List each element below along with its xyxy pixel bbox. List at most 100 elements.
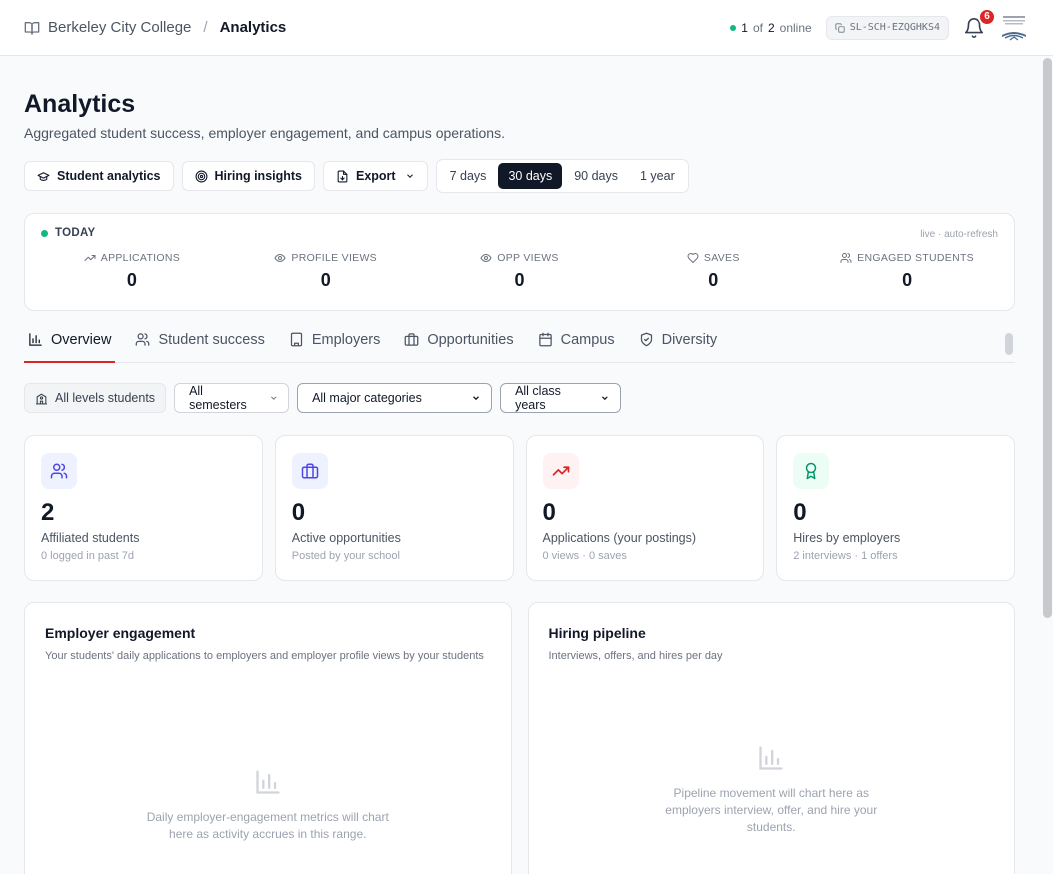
stat-title: Affiliated students <box>41 531 140 545</box>
tabs-scrollbar[interactable] <box>1005 333 1013 355</box>
online-of: of <box>752 20 763 35</box>
class-year-select-value: All class years <box>515 384 561 412</box>
heart-icon <box>687 253 699 263</box>
stat-value: 0 <box>291 499 306 526</box>
bar-chart-icon <box>29 333 42 346</box>
school-icon <box>36 393 47 404</box>
metric-saves: SAVES 0 <box>616 252 810 291</box>
range-90-days[interactable]: 90 days <box>564 163 628 189</box>
range-1-year[interactable]: 1 year <box>630 163 685 189</box>
stat-value: 0 <box>793 499 807 526</box>
award-icon <box>806 462 817 480</box>
school-logo-avatar[interactable] <box>999 13 1029 43</box>
metric-profile-views: PROFILE VIEWS 0 <box>229 252 423 291</box>
class-year-select[interactable]: All class years <box>500 383 622 413</box>
stat-title: Applications (your postings) <box>542 531 697 545</box>
live-refresh-label: live · auto-refresh <box>920 229 998 240</box>
breadcrumb: Berkeley City College / Analytics <box>24 19 286 36</box>
date-range-selector: 7 days 30 days 90 days 1 year <box>435 159 689 193</box>
today-label: TODAY <box>55 227 96 239</box>
online-total: 2 <box>767 20 775 35</box>
school-code-copy-button[interactable]: SL-SCH-EZQGHKS4 <box>825 15 949 40</box>
employer-engagement-card: Employer engagement Your students' daily… <box>24 602 512 874</box>
stat-title: Active opportunities <box>291 531 401 545</box>
breadcrumb-org-link[interactable]: Berkeley City College <box>48 19 191 36</box>
stat-icon-box <box>41 453 77 489</box>
export-label: Export <box>356 169 396 183</box>
hiring-insights-button[interactable]: Hiring insights <box>181 161 315 191</box>
stat-subtext: 0 views · 0 saves <box>542 550 627 562</box>
stat-subtext: Posted by your school <box>291 550 400 562</box>
stat-icon-box <box>793 453 830 489</box>
notifications-button[interactable]: 6 <box>963 7 996 39</box>
today-header: TODAY <box>41 227 96 239</box>
breadcrumb-separator: / <box>203 19 208 36</box>
tab-campus[interactable]: Campus <box>538 327 615 362</box>
chevron-down-icon <box>473 396 480 401</box>
level-filter-chip[interactable]: All levels students <box>24 383 167 413</box>
major-select-value: All major categories <box>312 391 422 405</box>
briefcase-icon <box>301 463 318 479</box>
chart-title: Hiring pipeline <box>548 625 646 641</box>
page-scrollbar[interactable] <box>1043 58 1052 618</box>
metric-value: 0 <box>514 270 525 290</box>
semester-select[interactable]: All semesters <box>174 383 290 413</box>
tab-label: Student success <box>158 331 265 348</box>
tab-student-success[interactable]: Student success <box>135 327 265 362</box>
metric-value: 0 <box>126 270 137 290</box>
live-dot <box>41 229 48 237</box>
empty-state: Pipeline movement will chart here as emp… <box>529 744 1015 835</box>
users-icon <box>840 253 852 263</box>
metric-label: SAVES <box>703 252 740 264</box>
trending-up-icon <box>84 255 96 261</box>
graduation-cap-icon <box>37 171 50 181</box>
building-icon <box>290 332 302 347</box>
stat-card-hires: 0 Hires by employers 2 interviews · 1 of… <box>776 435 1015 581</box>
semester-select-value: All semesters <box>189 384 247 412</box>
stat-title: Hires by employers <box>793 531 901 545</box>
student-analytics-button[interactable]: Student analytics <box>24 161 174 191</box>
range-7-days[interactable]: 7 days <box>440 163 497 189</box>
export-dropdown-button[interactable]: Export <box>323 161 428 191</box>
tab-overview[interactable]: Overview <box>23 327 116 363</box>
range-30-days[interactable]: 30 days <box>498 163 563 189</box>
notification-count-badge: 6 <box>978 7 996 26</box>
tab-employers[interactable]: Employers <box>289 327 381 362</box>
tab-label: Campus <box>560 331 615 348</box>
stat-card-active-opportunities: 0 Active opportunities Posted by your sc… <box>274 435 514 581</box>
chart-description: Your students' daily applications to emp… <box>45 650 484 662</box>
chart-description: Interviews, offers, and hires per day <box>548 650 723 662</box>
users-icon <box>50 463 68 479</box>
metric-label: APPLICATIONS <box>100 252 181 264</box>
today-metrics: APPLICATIONS 0 PROFILE VIEWS 0 OPP VIEWS… <box>35 252 1004 291</box>
top-bar: Berkeley City College / Analytics 1 of 2… <box>0 0 1053 56</box>
chevron-down-icon <box>602 396 609 401</box>
hiring-insights-label: Hiring insights <box>214 169 303 183</box>
target-icon <box>195 170 207 182</box>
chevron-down-icon <box>406 174 413 178</box>
tab-diversity[interactable]: Diversity <box>639 327 717 362</box>
stat-value: 2 <box>41 499 55 526</box>
stat-cards: 2 Affiliated students 0 logged in past 7… <box>24 435 1015 581</box>
toolbar: Student analytics Hiring insights Export… <box>24 159 1015 193</box>
bar-chart-icon <box>256 770 280 794</box>
page-subtitle: Aggregated student success, employer eng… <box>24 125 505 141</box>
online-dot <box>730 24 737 31</box>
page-title: Analytics <box>24 90 136 118</box>
stat-card-affiliated-students: 2 Affiliated students 0 logged in past 7… <box>24 435 263 581</box>
today-card: TODAY live · auto-refresh APPLICATIONS 0… <box>24 213 1015 311</box>
major-category-select[interactable]: All major categories <box>297 383 493 413</box>
bar-chart-icon <box>759 746 783 770</box>
tab-label: Employers <box>311 331 381 348</box>
eye-icon <box>274 253 286 263</box>
college-logo-icon <box>1001 14 1027 40</box>
tab-opportunities[interactable]: Opportunities <box>404 327 514 362</box>
calendar-icon <box>538 332 552 347</box>
metric-label: PROFILE VIEWS <box>291 252 377 264</box>
empty-state: Daily employer-engagement metrics will c… <box>25 768 511 843</box>
chart-cards: Employer engagement Your students' daily… <box>24 602 1015 874</box>
metric-label: ENGAGED STUDENTS <box>857 252 974 264</box>
online-label: online <box>779 20 812 35</box>
online-count: 1 <box>741 20 748 35</box>
briefcase-icon <box>404 333 419 346</box>
